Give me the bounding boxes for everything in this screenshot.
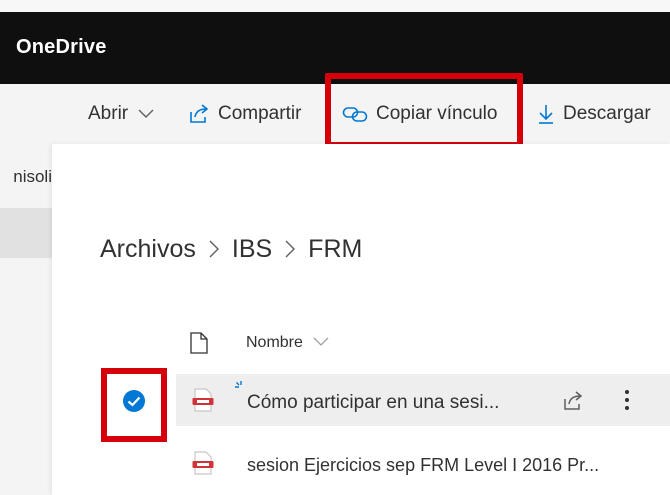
share-icon [188, 103, 210, 125]
chevron-right-icon [208, 239, 220, 259]
chevron-down-icon [313, 334, 329, 352]
pdf-file-icon [192, 388, 214, 417]
chevron-right-icon [284, 239, 296, 259]
share-label: Compartir [218, 103, 302, 124]
breadcrumb: Archivos IBS FRM [100, 232, 362, 266]
breadcrumb-item-1[interactable]: Archivos [100, 235, 196, 264]
share-icon[interactable] [562, 390, 584, 417]
share-button[interactable]: Compartir [188, 100, 301, 128]
more-options-icon[interactable] [624, 389, 630, 416]
open-button[interactable]: Abrir [88, 100, 154, 128]
copy-link-label: Copiar vínculo [376, 103, 498, 124]
breadcrumb-item-2[interactable]: IBS [232, 235, 272, 264]
file-name[interactable]: sesion Ejercicios sep FRM Level I 2016 P… [247, 455, 599, 476]
download-label: Descargar [563, 103, 651, 124]
pdf-file-icon [192, 451, 214, 480]
nav-item-partial[interactable]: nisoli [0, 167, 52, 195]
app-title[interactable]: OneDrive [16, 36, 107, 59]
file-name[interactable]: Cómo participar en una sesi... [247, 392, 499, 414]
nav-item-selected[interactable] [0, 208, 52, 258]
top-strip [0, 0, 670, 12]
file-type-column-icon[interactable] [190, 332, 208, 359]
checkmark-icon[interactable] [122, 389, 146, 413]
new-file-sparkle-icon [234, 380, 248, 399]
copy-link-button[interactable]: Copiar vínculo [342, 100, 497, 128]
left-navigation [0, 144, 52, 495]
download-button[interactable]: Descargar [537, 100, 651, 128]
breadcrumb-item-3: FRM [308, 234, 363, 263]
name-column-header[interactable]: Nombre [246, 334, 329, 352]
link-icon [342, 105, 368, 123]
open-label: Abrir [88, 103, 129, 124]
chevron-down-icon [138, 103, 154, 125]
download-icon [537, 103, 555, 125]
